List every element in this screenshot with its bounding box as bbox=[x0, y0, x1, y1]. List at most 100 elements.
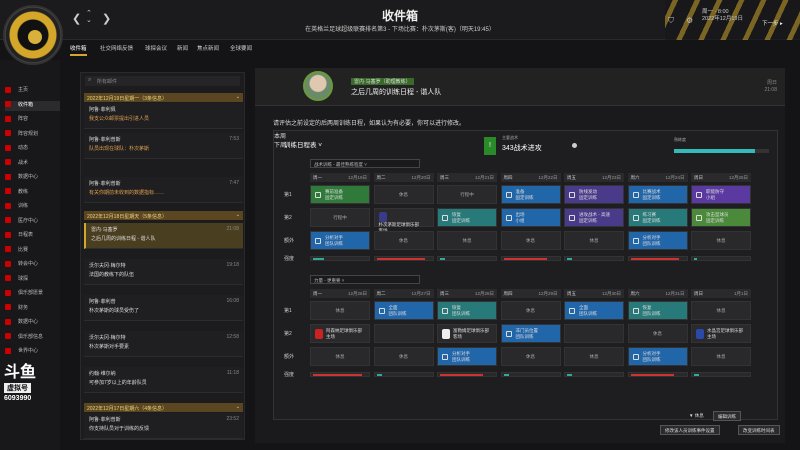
match-cell[interactable]: 朴次茅斯足球俱乐部 客场 bbox=[373, 208, 434, 233]
inbox-message[interactable]: 约翰·维尔纳 可参加7岁以上的年龄队员 11:18 bbox=[84, 367, 243, 393]
training-session[interactable]: 休息 bbox=[373, 347, 434, 366]
training-session[interactable]: 分析对手 团队训练 bbox=[310, 231, 370, 250]
training-session[interactable]: 分析对手 团队训练 bbox=[627, 347, 688, 366]
training-session[interactable]: 防线发动 固定训练 bbox=[564, 185, 624, 204]
training-session[interactable]: 恢复 固定训练 bbox=[437, 208, 497, 227]
training-session[interactable]: 休息 bbox=[310, 301, 370, 320]
training-session[interactable]: 休息 bbox=[691, 347, 751, 366]
training-session[interactable]: 比赛战术 固定训练 bbox=[627, 185, 688, 204]
intensity-bar bbox=[627, 372, 688, 377]
sidebar-item[interactable]: 财务 bbox=[5, 304, 60, 314]
day-date: 12月30日 bbox=[601, 291, 621, 296]
match-cell[interactable]: 富勒姆足球俱乐部 客场 bbox=[437, 324, 497, 343]
sidebar-item[interactable]: 世界中心 bbox=[5, 347, 60, 357]
training-session[interactable]: 休息 bbox=[500, 347, 561, 366]
training-session[interactable]: 休息 bbox=[500, 301, 561, 320]
sidebar-item[interactable]: 比赛 bbox=[5, 246, 60, 256]
message-time: 23:52 bbox=[226, 416, 239, 422]
match-cell[interactable]: 阿森纳足球俱乐部 主场 bbox=[310, 324, 370, 343]
sidebar-item[interactable]: 训练 bbox=[5, 202, 60, 212]
match-cell[interactable]: 水晶宫足球俱乐部 主场 bbox=[691, 324, 751, 343]
training-session[interactable]: 休息 bbox=[691, 301, 751, 320]
intensity-label: 强度 bbox=[284, 372, 295, 378]
training-session[interactable]: 非门员位置 团队训练 bbox=[500, 324, 561, 343]
sidebar-item[interactable]: 日程表 bbox=[5, 231, 60, 241]
tab-social[interactable]: 社交网络反馈 bbox=[100, 44, 133, 52]
inbox-message[interactable]: 雷内·马塞罗 之后几周的训练日程 - 谐人队 21:08 bbox=[84, 223, 243, 249]
search-input[interactable]: 所有邮件 bbox=[85, 76, 240, 86]
sidebar-item[interactable]: 俱乐部信息 bbox=[5, 333, 60, 343]
inbox-message[interactable]: 阿鲁·菲利佩 我支公众邮票提出引进人员 bbox=[84, 103, 243, 129]
training-session[interactable]: 分析对手 团队训练 bbox=[437, 347, 497, 366]
sidebar-item[interactable]: 主页 bbox=[5, 86, 60, 96]
training-session[interactable]: 恢复 团队训练 bbox=[437, 301, 497, 320]
continue-button[interactable]: 下一步 ▸ bbox=[762, 19, 783, 27]
sidebar-item[interactable]: 转会中心 bbox=[5, 260, 60, 270]
training-session[interactable]: 休息 bbox=[310, 347, 370, 366]
training-session[interactable]: 休息 bbox=[373, 185, 434, 204]
training-session[interactable]: 恢复 团队训练 bbox=[627, 301, 688, 320]
modify-settings-button[interactable]: 修改该人员训练事件设置 bbox=[660, 425, 720, 435]
tab-top-news[interactable]: 焦点新闻 bbox=[197, 44, 219, 52]
sidebar-item[interactable]: 医疗中心 bbox=[5, 217, 60, 227]
main-tactic[interactable]: ! 主要战术 343战术进攻 bbox=[484, 135, 574, 157]
sidebar-item[interactable]: 阵容 bbox=[5, 115, 60, 125]
training-session[interactable]: 准备 固定训练 bbox=[500, 185, 561, 204]
sidebar-item[interactable]: 收件箱 bbox=[5, 100, 60, 111]
tab-world-news[interactable]: 全球要闻 bbox=[230, 44, 252, 52]
sidebar-item[interactable]: 数据中心 bbox=[5, 318, 60, 328]
tab-news[interactable]: 新闻 bbox=[177, 44, 188, 52]
training-session[interactable]: 练习赛 固定训练 bbox=[627, 208, 688, 227]
training-session[interactable]: 休息 bbox=[627, 324, 688, 343]
inbox-message[interactable]: 阿鲁·菲利普斯 有关你期前未收到的数据指标…… 7:47 bbox=[84, 177, 243, 203]
training-session[interactable]: 休息 bbox=[500, 231, 561, 250]
sidebar-item[interactable]: 球探 bbox=[5, 275, 60, 285]
tactic-dropdown[interactable]: 343战术进攻 bbox=[502, 143, 542, 153]
tab-scouting[interactable]: 球探会议 bbox=[145, 44, 167, 52]
intensity-fill bbox=[694, 374, 700, 376]
training-session[interactable]: 行程中 bbox=[310, 208, 370, 227]
training-session[interactable]: 进攻战术 - 高速 固定训练 bbox=[564, 208, 624, 227]
training-session[interactable]: 全面 团队训练 bbox=[373, 301, 434, 320]
training-session[interactable]: 攻击型球员 固定训练 bbox=[691, 208, 751, 227]
session-label: 第2 bbox=[284, 331, 292, 337]
inbox-message[interactable]: 阿鲁·菲利普斯 队员出现在球队：朴次茅斯 7:53 bbox=[84, 133, 243, 159]
training-session[interactable]: 休息 bbox=[373, 231, 434, 250]
training-focus-dropdown[interactable]: 战术训练 - 最佳熟练程度 ˅ bbox=[310, 159, 420, 168]
rest-dropdown[interactable]: ▼ 休息 bbox=[685, 411, 708, 421]
training-session[interactable]: 全面 团队训练 bbox=[564, 301, 624, 320]
sidebar-item[interactable]: 战术 bbox=[5, 159, 60, 169]
training-focus-dropdown[interactable]: 力量 - 更重要 ˅ bbox=[310, 275, 420, 284]
tab-inbox[interactable]: 收件箱 bbox=[70, 44, 87, 56]
training-session[interactable] bbox=[373, 324, 434, 343]
training-session[interactable]: 分析对手 团队训练 bbox=[627, 231, 688, 250]
training-session[interactable]: 出场 小组 bbox=[500, 208, 561, 227]
inbox-group-header[interactable]: 2022年12月17日星期六（4条信息） ⌄ bbox=[84, 403, 243, 412]
gear-icon[interactable]: ⚙ bbox=[686, 16, 693, 25]
change-schedule-button[interactable]: 改变训练时间表 bbox=[738, 425, 780, 435]
club-logo[interactable] bbox=[3, 5, 63, 65]
training-session[interactable]: 休息 bbox=[564, 347, 624, 366]
sidebar-item[interactable]: 教练 bbox=[5, 188, 60, 198]
session-label: 出场 小组 bbox=[516, 212, 525, 223]
schedule-title[interactable]: 训练日程表 ˅ bbox=[284, 139, 322, 149]
inbox-message[interactable]: 沃尔夫冈·梅尔特 朴次茅斯对手要素 12:58 bbox=[84, 331, 243, 357]
training-session[interactable]: 行程中 bbox=[437, 185, 497, 204]
shield-icon[interactable]: ⛉ bbox=[668, 16, 674, 26]
inbox-message[interactable]: 阿鲁·菲利普 朴次茅斯的球员受伤了 16:08 bbox=[84, 295, 243, 321]
training-session[interactable]: 休息 bbox=[564, 231, 624, 250]
training-session[interactable]: 休息 bbox=[691, 231, 751, 250]
sidebar-item[interactable]: 动态 bbox=[5, 144, 60, 154]
inbox-group-header[interactable]: 2022年12月19日星期一（3条信息） ⌄ bbox=[84, 93, 243, 102]
training-session[interactable] bbox=[564, 324, 624, 343]
inbox-group-header[interactable]: 2022年12月18日星期天（5条信息） ⌄ bbox=[84, 211, 243, 220]
training-session[interactable]: 休息 bbox=[437, 231, 497, 250]
inbox-message[interactable]: 阿鲁·菲利普斯 你支持队员对于训练的反馈 23:52 bbox=[84, 413, 243, 439]
training-session[interactable]: 赛前准备 固定训练 bbox=[310, 185, 370, 204]
edit-training-button[interactable]: 编辑训练 bbox=[713, 411, 741, 421]
sidebar-item[interactable]: 俱乐部愿景 bbox=[5, 289, 60, 299]
sidebar-item[interactable]: 数据中心 bbox=[5, 173, 60, 183]
inbox-message[interactable]: 沃尔夫冈·梅尔特 法国的教练下的队伍 19:18 bbox=[84, 259, 243, 285]
sidebar-item[interactable]: 阵容规划 bbox=[5, 130, 60, 140]
training-session[interactable]: 职能防守 小组 bbox=[691, 185, 751, 204]
